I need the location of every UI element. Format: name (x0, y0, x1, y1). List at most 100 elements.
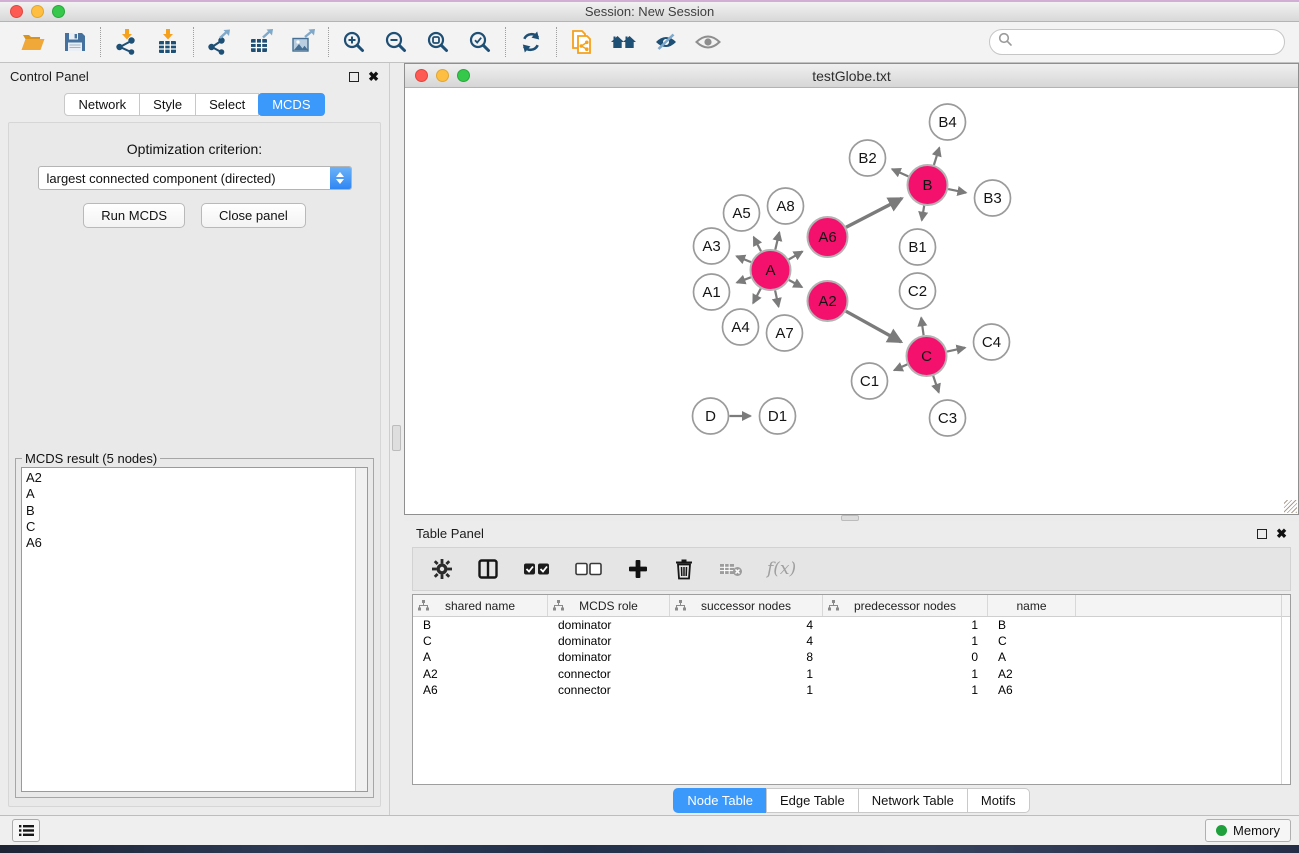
clone-network-button[interactable] (566, 26, 598, 58)
graph-edge-B-B3[interactable] (948, 189, 966, 193)
table-cell[interactable]: 0 (823, 650, 988, 664)
export-network-button[interactable] (203, 26, 235, 58)
close-panel-icon[interactable]: ✖ (1276, 529, 1287, 539)
graph-edge-A-A1[interactable] (737, 277, 751, 282)
add-button[interactable] (627, 556, 649, 582)
table-cell[interactable]: A (988, 650, 1076, 664)
vertical-splitter[interactable] (390, 63, 404, 815)
function-builder-button[interactable]: f(x) (767, 556, 796, 582)
table-cell[interactable]: 1 (823, 683, 988, 697)
result-item[interactable]: A2 (26, 470, 367, 486)
graph-edge-B-B2[interactable] (892, 169, 908, 176)
graph-node-B4[interactable]: B4 (930, 104, 966, 140)
table-cell[interactable]: A6 (413, 683, 548, 697)
graph-node-D[interactable]: D (693, 398, 729, 434)
select-all-button[interactable] (523, 556, 551, 582)
graph-node-B3[interactable]: B3 (975, 180, 1011, 216)
graph-node-C[interactable]: C (907, 336, 947, 376)
table-cell[interactable]: 1 (823, 618, 988, 632)
table-cell[interactable]: 1 (823, 667, 988, 681)
result-item[interactable]: A (26, 486, 367, 502)
table-cell[interactable]: A2 (413, 667, 548, 681)
table-cell[interactable]: 8 (670, 650, 823, 664)
graph-node-B2[interactable]: B2 (850, 140, 886, 176)
search-field[interactable] (989, 29, 1285, 55)
hide-selected-button[interactable] (650, 26, 682, 58)
tab-node-table[interactable]: Node Table (673, 788, 767, 813)
table-row[interactable]: A6connector11A6 (413, 682, 1290, 698)
graph-edge-A-A7[interactable] (775, 291, 779, 307)
mcds-result-list[interactable]: A2ABCA6 (21, 467, 368, 792)
graph-node-A1[interactable]: A1 (694, 274, 730, 310)
table-row[interactable]: Bdominator41B (413, 617, 1290, 633)
column-header-name[interactable]: name (988, 595, 1076, 616)
graph-node-A7[interactable]: A7 (767, 315, 803, 351)
optimization-criterion-dropdown[interactable]: largest connected component (directed) (38, 166, 352, 190)
graph-node-A[interactable]: A (751, 250, 791, 290)
table-row[interactable]: Adominator80A (413, 649, 1290, 665)
result-item[interactable]: B (26, 503, 367, 519)
import-table-button[interactable] (152, 26, 184, 58)
table-cell[interactable]: 1 (670, 683, 823, 697)
table-cell[interactable]: 1 (670, 667, 823, 681)
graph-edge-A-A2[interactable] (789, 280, 802, 287)
column-button[interactable] (477, 556, 499, 582)
search-input[interactable] (1013, 35, 1284, 50)
memory-button[interactable]: Memory (1205, 819, 1291, 842)
table-cell[interactable]: 4 (670, 618, 823, 632)
table-cell[interactable]: A2 (988, 667, 1076, 681)
node-table[interactable]: shared nameMCDS rolesuccessor nodesprede… (412, 594, 1291, 785)
table-row[interactable]: A2connector11A2 (413, 666, 1290, 682)
column-header-predecessor-nodes[interactable]: predecessor nodes (823, 595, 988, 616)
table-cell[interactable]: connector (548, 683, 670, 697)
graph-node-C3[interactable]: C3 (930, 400, 966, 436)
tab-network[interactable]: Network (64, 93, 140, 116)
graph-edge-C-C3[interactable] (933, 376, 939, 393)
table-cell[interactable]: A (413, 650, 548, 664)
graph-node-B[interactable]: B (908, 165, 948, 205)
graph-node-A5[interactable]: A5 (724, 195, 760, 231)
refresh-layout-button[interactable] (515, 26, 547, 58)
graph-edge-C-C4[interactable] (947, 348, 965, 352)
close-panel-button[interactable]: Close panel (201, 203, 306, 228)
graph-edge-A-A5[interactable] (754, 237, 761, 251)
tab-motifs[interactable]: Motifs (967, 788, 1030, 813)
horizontal-splitter[interactable] (404, 515, 1299, 521)
gear-button[interactable] (431, 556, 453, 582)
delete-button[interactable] (673, 556, 695, 582)
table-cell[interactable]: A6 (988, 683, 1076, 697)
table-cell[interactable]: C (988, 634, 1076, 648)
graph-node-A8[interactable]: A8 (768, 188, 804, 224)
graph-node-C4[interactable]: C4 (974, 324, 1010, 360)
graph-node-A2[interactable]: A2 (808, 281, 848, 321)
graph-edge-A-A6[interactable] (789, 252, 803, 260)
graph-node-C1[interactable]: C1 (852, 363, 888, 399)
zoom-out-button[interactable] (380, 26, 412, 58)
column-header-shared-name[interactable]: shared name (413, 595, 548, 616)
table-cell[interactable]: B (988, 618, 1076, 632)
tab-select[interactable]: Select (195, 93, 259, 116)
tab-edge-table[interactable]: Edge Table (766, 788, 859, 813)
close-panel-icon[interactable]: ✖ (368, 72, 379, 82)
splitter-handle[interactable] (841, 515, 859, 521)
window-resize-grip[interactable] (1284, 500, 1297, 513)
graph-node-B1[interactable]: B1 (900, 229, 936, 265)
network-graph[interactable]: B4B2BB3A8A5A6B1A3AC2A1A2A4A7C4CC1C3DD1 (405, 88, 1298, 514)
graph-node-A3[interactable]: A3 (694, 228, 730, 264)
show-all-button[interactable] (692, 26, 724, 58)
splitter-handle[interactable] (392, 425, 401, 451)
graph-edge-A2-C[interactable] (846, 311, 901, 342)
float-panel-icon[interactable] (349, 72, 359, 82)
float-panel-icon[interactable] (1257, 529, 1267, 539)
tab-mcds[interactable]: MCDS (258, 93, 324, 116)
graph-node-C2[interactable]: C2 (900, 273, 936, 309)
table-row[interactable]: Cdominator41C (413, 633, 1290, 649)
graph-edge-A-A3[interactable] (737, 256, 752, 262)
result-item[interactable]: A6 (26, 535, 367, 551)
graph-edge-A6-B[interactable] (846, 198, 902, 227)
save-session-button[interactable] (59, 26, 91, 58)
export-image-button[interactable] (287, 26, 319, 58)
result-item[interactable]: C (26, 519, 367, 535)
tab-style[interactable]: Style (139, 93, 196, 116)
table-cell[interactable]: C (413, 634, 548, 648)
